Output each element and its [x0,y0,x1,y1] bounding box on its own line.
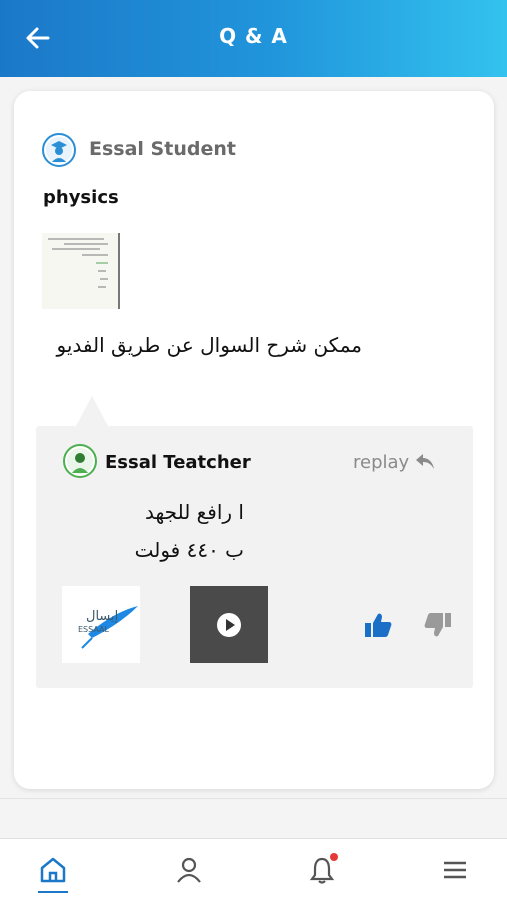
bottom-navigation [0,838,507,900]
nav-home[interactable] [38,855,70,887]
question-subject: physics [43,187,119,208]
graduate-icon [46,137,72,163]
dislike-button[interactable] [424,612,452,642]
replay-label: replay [353,452,410,473]
thumbs-down-icon [424,613,451,637]
nav-notifications[interactable] [307,853,339,887]
reply-author: Essal Teatcher [105,452,251,473]
thumbs-up-icon [365,613,392,637]
app-header: Q & A [0,0,507,77]
question-text: ممكن شرح السوال عن طريق الفديو [56,333,362,357]
video-attachment[interactable] [190,586,268,663]
nav-menu[interactable] [440,855,472,887]
divider [0,798,507,799]
svg-text:ESSAAL: ESSAAL [78,625,110,634]
user-icon [177,857,201,883]
question-author: Essal Student [89,138,236,160]
page-title: Q & A [219,24,288,48]
notification-badge [330,853,338,861]
answer-line-2: ب ٤٤٠ فولت [134,538,244,562]
like-button[interactable] [364,612,392,642]
svg-text:إيسال: إيسال [86,609,118,624]
teacher-avatar [63,444,97,478]
question-card: Essal Student physics ممكن شرح السوال عن… [14,91,494,789]
active-tab-indicator [38,891,68,893]
document-image [42,233,118,309]
student-avatar [42,133,76,167]
essal-logo: إيسال ESSAAL [78,606,138,649]
logo-attachment[interactable]: إيسال ESSAAL [62,586,140,663]
play-icon [217,613,241,637]
answer-line-1: ا رافع للجهد [144,500,244,524]
home-icon [40,857,66,883]
reply-icon [416,454,434,469]
reply-pointer [76,396,108,426]
menu-icon [444,861,466,879]
teacher-reply: Essal Teatcher replay ا رافع للجهد ب ٤٤٠… [36,426,473,688]
teacher-icon [67,448,93,474]
question-attachment-thumbnail[interactable] [42,233,120,309]
nav-profile[interactable] [174,855,206,887]
replay-button[interactable]: replay [353,452,434,476]
